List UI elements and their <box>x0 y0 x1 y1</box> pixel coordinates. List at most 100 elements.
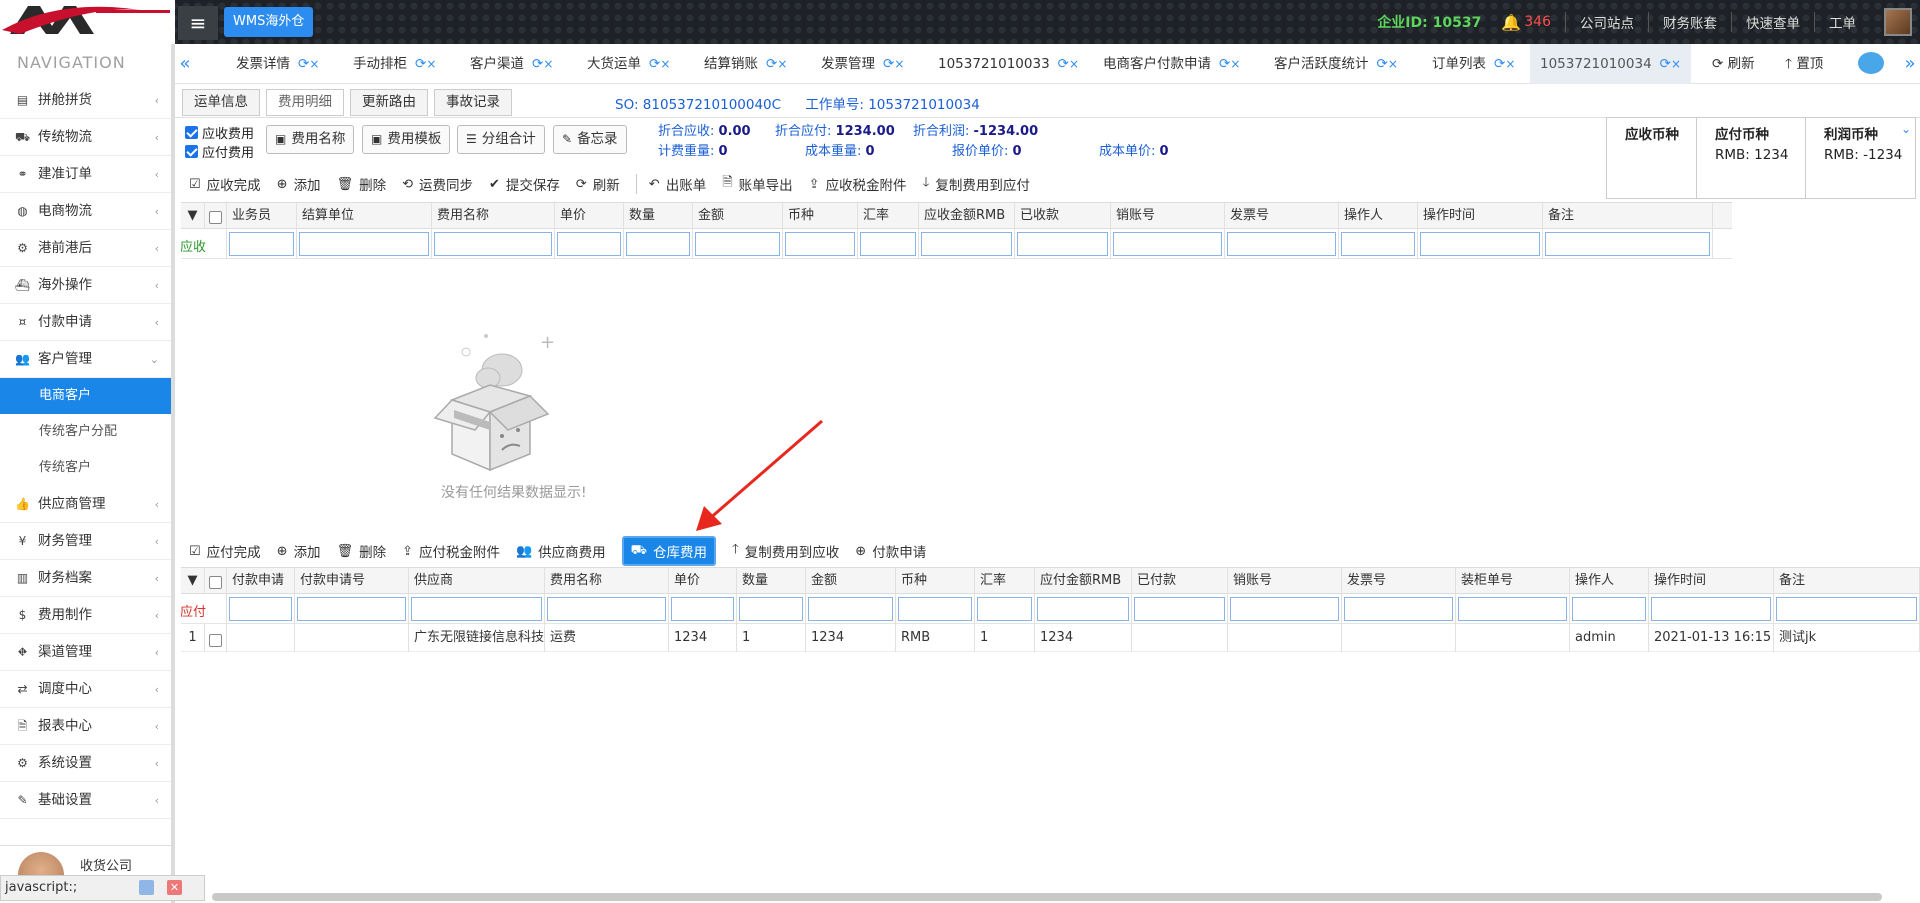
sidebar-item-consolidation[interactable]: ▤ 拼舱拼货 ‹ <box>0 82 171 119</box>
tab-scroll-left-icon[interactable]: « <box>175 44 195 84</box>
filter-unit-price-input[interactable] <box>557 232 621 256</box>
close-icon[interactable]: ✕ <box>167 880 182 895</box>
memo-button[interactable]: ✎ 备忘录 <box>553 125 627 154</box>
filter-exchange-rate-input[interactable] <box>860 232 916 256</box>
filter-remark-input[interactable] <box>1545 232 1710 256</box>
checkbox-checked-icon[interactable] <box>185 145 198 158</box>
sidebar-item-fee-making[interactable]: $ 费用制作 ‹ <box>0 597 171 634</box>
refresh-icon[interactable]: ⟳ <box>415 56 426 72</box>
refresh-icon[interactable]: ⟳ <box>883 56 894 72</box>
tab-manual-loading[interactable]: 手动排柜 ⟳× <box>353 44 436 84</box>
col-quantity[interactable]: 数量 <box>737 568 806 594</box>
row-checkbox[interactable] <box>205 624 227 652</box>
bell-icon[interactable]: 🔔 <box>1501 13 1521 32</box>
filter-currency-input[interactable] <box>898 597 972 621</box>
close-icon[interactable]: × <box>426 57 436 71</box>
copy-to-receivable-button[interactable]: 🡑 复制费用到应收 <box>732 540 839 562</box>
close-icon[interactable]: × <box>309 57 319 71</box>
filter-icon[interactable]: ▼ <box>181 568 205 594</box>
refresh-icon[interactable]: ⟳ <box>649 56 660 72</box>
checkbox-icon[interactable] <box>209 576 222 589</box>
sidebar-sub-traditional-assign[interactable]: 传统客户分配 <box>0 414 171 450</box>
filter-remark-input[interactable] <box>1776 597 1917 621</box>
table-row[interactable]: 1 广东无限链接信息科技 运费 1234 1 1234 RMB 1 1234 a… <box>181 624 1920 652</box>
close-icon[interactable]: × <box>660 57 670 71</box>
col-unit-price[interactable]: 单价 <box>555 203 624 229</box>
receivable-checkbox[interactable]: 应收费用 <box>185 123 254 142</box>
filter-amount-input[interactable] <box>808 597 893 621</box>
filter-writeoff-input[interactable] <box>1230 597 1339 621</box>
filter-icon[interactable]: ▼ <box>181 203 205 229</box>
col-payment-request-no[interactable]: 付款申请号 <box>295 568 409 594</box>
subtab-update-route[interactable]: 更新路由 <box>350 89 428 116</box>
warehouse-fee-button[interactable]: ⛟ 仓库费用 <box>621 536 717 566</box>
recv-refresh-button[interactable]: ⟳ 刷新 <box>576 174 620 195</box>
sidebar-item-customer-mgmt[interactable]: 👥 客户管理 ⌄ <box>0 341 171 378</box>
sidebar-item-supplier-mgmt[interactable]: 👍 供应商管理 ‹ <box>0 486 171 523</box>
filter-salesperson-input[interactable] <box>229 232 294 256</box>
sidebar-item-payment-request[interactable]: ¤ 付款申请 ‹ <box>0 304 171 341</box>
tab-scroll-right-icon[interactable]: » <box>1900 44 1920 84</box>
sidebar-item-report-center[interactable]: 🗎 报表中心 ‹ <box>0 708 171 745</box>
quick-search-link[interactable]: 快速查单 <box>1731 12 1814 32</box>
tab-order-1053721010033[interactable]: 1053721010033 ⟳× <box>938 44 1079 84</box>
tab-bulk-waybill[interactable]: 大货运单 ⟳× <box>587 44 670 84</box>
close-icon[interactable]: × <box>1230 57 1240 71</box>
col-writeoff-no[interactable]: 销账号 <box>1111 203 1225 229</box>
group-total-button[interactable]: ☰ 分组合计 <box>457 125 545 154</box>
sidebar-item-port[interactable]: ⚙ 港前港后 ‹ <box>0 230 171 267</box>
col-amount[interactable]: 金额 <box>693 203 783 229</box>
tab-customer-activity[interactable]: 客户活跃度统计 ⟳× <box>1274 44 1398 84</box>
sidebar-sub-ecommerce-customer[interactable]: 电商客户 <box>0 378 171 414</box>
col-fee-name[interactable]: 费用名称 <box>432 203 555 229</box>
filter-payment-request-input[interactable] <box>229 597 292 621</box>
sidebar-item-basic-settings[interactable]: ✎ 基础设置 ‹ <box>0 782 171 819</box>
supplier-fee-button[interactable]: 👥 供应商费用 <box>516 541 606 562</box>
pay-add-button[interactable]: ⊕ 添加 <box>277 541 321 562</box>
sidebar-item-channel-mgmt[interactable]: ⛖ 渠道管理 ‹ <box>0 634 171 671</box>
col-payable-rmb[interactable]: 应付金额RMB <box>1035 568 1132 594</box>
sidebar-item-dispatch-center[interactable]: ⇄ 调度中心 ‹ <box>0 671 171 708</box>
col-invoice-no[interactable]: 发票号 <box>1225 203 1339 229</box>
filter-settlement-unit-input[interactable] <box>299 232 429 256</box>
payable-complete-button[interactable]: ☑ 应付完成 <box>189 541 261 562</box>
copy-to-payable-button[interactable]: 🡓 复制费用到应付 <box>923 173 1030 195</box>
receivable-complete-button[interactable]: ☑ 应收完成 <box>189 174 261 195</box>
sidebar-item-ecommerce-logistics[interactable]: ◍ 电商物流 ‹ <box>0 193 171 230</box>
subtab-waybill-info[interactable]: 运单信息 <box>182 89 260 116</box>
col-operator[interactable]: 操作人 <box>1570 568 1649 594</box>
tab-invoice-mgmt[interactable]: 发票管理 ⟳× <box>821 44 904 84</box>
checkbox-icon[interactable] <box>209 211 222 224</box>
refresh-icon[interactable]: ⟳ <box>532 56 543 72</box>
tab-pin-top-button[interactable]: 🡑 置顶 <box>1785 44 1823 84</box>
close-icon[interactable]: × <box>543 57 553 71</box>
col-currency[interactable]: 币种 <box>783 203 858 229</box>
pay-tax-attachment-button[interactable]: ⇪ 应付税金附件 <box>402 541 500 562</box>
checkbox-checked-icon[interactable] <box>185 126 198 139</box>
sidebar-item-system-settings[interactable]: ⚙ 系统设置 ‹ <box>0 745 171 782</box>
horizontal-scrollbar[interactable] <box>212 893 1882 901</box>
col-writeoff-no[interactable]: 销账号 <box>1228 568 1342 594</box>
refresh-icon[interactable]: ⟳ <box>1219 56 1230 72</box>
col-receivable-rmb[interactable]: 应收金额RMB <box>919 203 1015 229</box>
col-container-no[interactable]: 装柜单号 <box>1456 568 1570 594</box>
fee-template-button[interactable]: ▣ 费用模板 <box>362 125 451 154</box>
col-operate-time[interactable]: 操作时间 <box>1418 203 1543 229</box>
col-invoice-no[interactable]: 发票号 <box>1342 568 1456 594</box>
tab-order-1053721010034[interactable]: 1053721010034 ⟳× <box>1530 44 1692 84</box>
filter-container-input[interactable] <box>1458 597 1567 621</box>
filter-quantity-input[interactable] <box>626 232 690 256</box>
col-payment-request[interactable]: 付款申请 <box>227 568 295 594</box>
col-salesperson[interactable]: 业务员 <box>227 203 297 229</box>
filter-payment-request-no-input[interactable] <box>297 597 406 621</box>
filter-invoice-input[interactable] <box>1227 232 1336 256</box>
sidebar-item-finance-mgmt[interactable]: ¥ 财务管理 ‹ <box>0 523 171 560</box>
filter-received-input[interactable] <box>1017 232 1108 256</box>
issue-bill-button[interactable]: ↶ 出账单 <box>649 174 706 195</box>
refresh-icon[interactable]: ⟳ <box>298 56 309 72</box>
filter-receivable-rmb-input[interactable] <box>921 232 1012 256</box>
sidebar-item-traditional-logistics[interactable]: ⛟ 传统物流 ‹ <box>0 119 171 156</box>
col-remark[interactable]: 备注 <box>1543 203 1713 229</box>
sidebar-item-orders[interactable]: ⚭ 建准订单 ‹ <box>0 156 171 193</box>
filter-writeoff-input[interactable] <box>1113 232 1222 256</box>
